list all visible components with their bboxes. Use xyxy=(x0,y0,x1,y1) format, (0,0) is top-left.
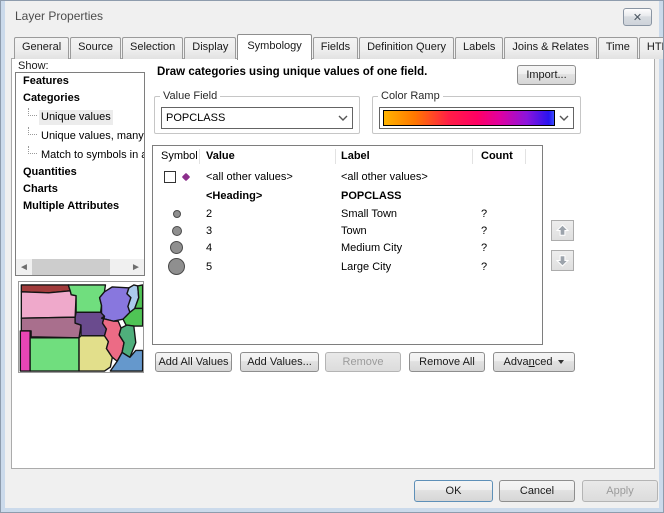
column-header-count[interactable]: Count xyxy=(473,149,526,164)
tab-time[interactable]: Time xyxy=(598,37,638,59)
tree-item-categories[interactable]: Categories xyxy=(16,90,144,107)
scrollbar-thumb[interactable] xyxy=(32,259,110,275)
tree-item-multiple-attributes[interactable]: Multiple Attributes xyxy=(16,198,144,215)
scroll-right-icon[interactable]: ► xyxy=(128,259,144,275)
column-header-symbol[interactable]: Symbol xyxy=(153,149,200,164)
chevron-down-icon[interactable] xyxy=(555,115,573,121)
table-row[interactable]: <all other values> <all other values> xyxy=(153,167,542,187)
tree-item-unique-values-many[interactable]: Unique values, many xyxy=(16,126,144,145)
show-tree: Features Categories Unique values Unique… xyxy=(15,72,145,276)
show-label: Show: xyxy=(18,60,49,72)
tab-definition-query[interactable]: Definition Query xyxy=(359,37,454,59)
map-thumbnail xyxy=(19,282,143,372)
tab-fields[interactable]: Fields xyxy=(313,37,358,59)
table-header[interactable]: Symbol Value Label Count xyxy=(153,146,542,167)
table-row-heading[interactable]: <Heading> POPCLASS xyxy=(153,187,542,205)
arrow-down-icon xyxy=(555,253,570,268)
close-button[interactable]: ✕ xyxy=(623,8,652,26)
point-symbol-icon[interactable] xyxy=(172,226,182,236)
import-button[interactable]: Import... xyxy=(517,65,576,85)
color-ramp-preview xyxy=(383,110,555,126)
window-title: Layer Properties xyxy=(15,9,103,23)
tab-labels[interactable]: Labels xyxy=(455,37,503,59)
tab-html-popup[interactable]: HTML Popup xyxy=(639,37,664,59)
tree-item-quantities[interactable]: Quantities xyxy=(16,164,144,181)
title-bar[interactable]: Layer Properties ✕ xyxy=(6,1,658,31)
symbology-tab-page: Show: Features Categories Unique values … xyxy=(11,58,655,469)
tab-strip: General Source Selection Display Symbolo… xyxy=(14,34,651,59)
value-field-selected: POPCLASS xyxy=(162,112,334,124)
value-field-dropdown[interactable]: POPCLASS xyxy=(161,107,353,129)
point-symbol-icon[interactable] xyxy=(168,258,185,275)
value-field-group: Value Field POPCLASS xyxy=(154,90,360,134)
tab-display[interactable]: Display xyxy=(184,37,236,59)
dropdown-caret-icon xyxy=(558,360,564,364)
layer-properties-dialog: Layer Properties ✕ General Source Select… xyxy=(0,0,664,513)
values-table: Symbol Value Label Count <all other valu… xyxy=(152,145,543,345)
all-other-values-checkbox[interactable] xyxy=(164,171,176,183)
point-symbol-icon[interactable] xyxy=(173,210,181,218)
move-down-button[interactable] xyxy=(551,250,574,271)
tree-item-unique-values[interactable]: Unique values xyxy=(16,107,144,126)
tree-item-match-to-symbols[interactable]: Match to symbols in a xyxy=(16,145,144,164)
color-ramp-legend: Color Ramp xyxy=(378,90,443,102)
value-field-legend: Value Field xyxy=(160,90,220,102)
color-ramp-group: Color Ramp xyxy=(372,90,581,134)
tab-selection[interactable]: Selection xyxy=(122,37,183,59)
close-icon: ✕ xyxy=(633,11,642,24)
scroll-left-icon[interactable]: ◄ xyxy=(16,259,32,275)
table-row[interactable]: 5 Large City ? xyxy=(153,256,542,277)
column-header-value[interactable]: Value xyxy=(200,149,336,164)
tab-general[interactable]: General xyxy=(14,37,69,59)
move-up-button[interactable] xyxy=(551,220,574,241)
arrow-up-icon xyxy=(555,223,570,238)
table-row[interactable]: 3 Town ? xyxy=(153,222,542,239)
symbology-preview-map xyxy=(18,281,144,373)
tree-branch-icon xyxy=(28,146,37,154)
advanced-button[interactable]: Advanced xyxy=(493,352,575,372)
tree-branch-icon xyxy=(28,127,37,135)
tab-symbology[interactable]: Symbology xyxy=(237,34,311,60)
remove-all-button[interactable]: Remove All xyxy=(409,352,485,372)
tree-horizontal-scrollbar[interactable]: ◄ ► xyxy=(16,259,144,275)
color-ramp-dropdown[interactable] xyxy=(379,107,574,129)
chevron-down-icon[interactable] xyxy=(334,115,352,121)
apply-button[interactable]: Apply xyxy=(582,480,658,502)
remove-button[interactable]: Remove xyxy=(325,352,401,372)
column-header-label[interactable]: Label xyxy=(336,149,473,164)
tab-joins-relates[interactable]: Joins & Relates xyxy=(504,37,596,59)
add-all-values-button[interactable]: Add All Values xyxy=(155,352,232,372)
tab-source[interactable]: Source xyxy=(70,37,121,59)
advanced-label: Advanced xyxy=(504,356,553,368)
table-row[interactable]: 2 Small Town ? xyxy=(153,205,542,222)
table-row[interactable]: 4 Medium City ? xyxy=(153,239,542,256)
tree-branch-icon xyxy=(28,108,37,116)
ok-button[interactable]: OK xyxy=(414,480,493,502)
cancel-button[interactable]: Cancel xyxy=(499,480,575,502)
method-description: Draw categories using unique values of o… xyxy=(157,66,427,78)
add-values-button[interactable]: Add Values... xyxy=(240,352,319,372)
tree-item-charts[interactable]: Charts xyxy=(16,181,144,198)
tree-item-features[interactable]: Features xyxy=(16,73,144,90)
point-symbol-icon[interactable] xyxy=(170,241,183,254)
diamond-symbol-icon[interactable] xyxy=(182,173,190,181)
